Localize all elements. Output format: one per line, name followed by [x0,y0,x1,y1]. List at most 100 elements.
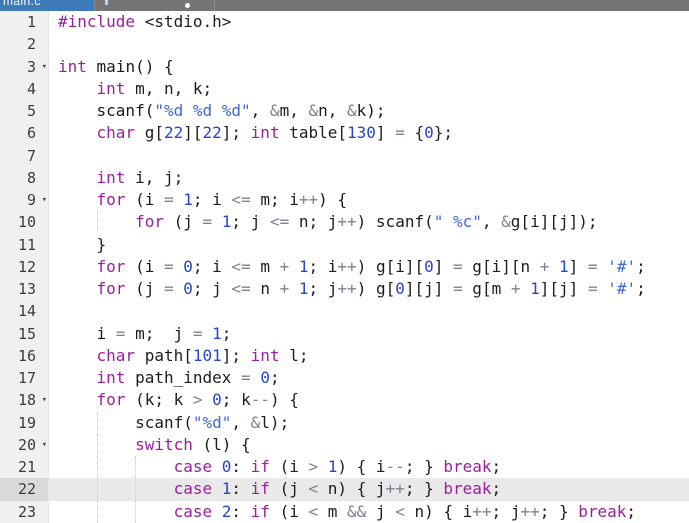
token-pl: ; j [309,279,338,298]
token-pl: (i [125,190,164,209]
code-line[interactable]: } [49,234,689,256]
code-line[interactable]: int m, n, k; [49,78,689,100]
tab-main-c[interactable]: main.c [0,0,94,11]
code-area[interactable]: #include <stdio.h> int main() { int m, n,… [49,11,689,523]
token-kw: int [97,79,126,98]
token-op: -- [251,390,270,409]
token-pl [549,257,559,276]
token-kw: char [97,346,136,365]
token-pl: ) { [270,390,299,409]
token-pl [58,368,97,387]
token-pl [58,190,97,209]
token-pl: , [482,212,501,231]
token-pl: m [251,257,280,276]
token-pl: ; [626,502,636,521]
token-op: + [540,257,550,276]
fold-arrow-icon[interactable]: ▾ [42,56,47,78]
code-line[interactable]: scanf("%d %d %d", &m, &n, &k); [49,100,689,122]
token-kw: char [97,123,136,142]
token-kw: #include [58,12,135,31]
token-pl [58,168,97,187]
token-pl: ] [569,257,588,276]
token-num: 1 [212,324,222,343]
line-number: 18▾ [0,389,48,411]
code-line[interactable]: int path_index = 0; [49,367,689,389]
code-line[interactable]: for (j = 0; j <= n + 1; j++) g[0][j] = g… [49,278,689,300]
code-line[interactable]: int main() { [49,56,689,78]
token-kw: case [174,479,213,498]
code-line[interactable]: case 1: if (j < n) { j++; } break; [49,478,689,500]
indent-guide [97,478,98,500]
code-line[interactable]: for (k; k > 0; k--) { [49,389,689,411]
token-num: 1 [222,479,232,498]
token-op: = [193,324,203,343]
token-op: <= [270,212,289,231]
token-op: && [347,502,366,521]
code-line[interactable]: i = m; j = 1; [49,323,689,345]
token-num: 0 [424,257,434,276]
token-num: 22 [164,123,183,142]
token-op: <= [231,279,250,298]
token-pl: g[ [135,123,164,142]
code-line[interactable]: char path[101]; int l; [49,345,689,367]
line-number: 4 [0,78,48,100]
token-op: = [453,279,463,298]
token-pl: (i [270,502,309,521]
code-line[interactable]: case 0: if (i > 1) { i--; } break; [49,456,689,478]
code-line[interactable]: for (i = 0; i <= m + 1; i++) g[i][0] = g… [49,256,689,278]
fold-arrow-icon[interactable]: ▾ [42,389,47,411]
code-line[interactable]: case 2: if (i < m && j < n) { i++; j++; … [49,501,689,523]
token-op: & [347,101,357,120]
fold-arrow-icon[interactable]: ▾ [42,434,47,456]
token-pl [203,324,213,343]
line-number: 20▾ [0,434,48,456]
code-line[interactable] [49,33,689,55]
token-pl [58,123,97,142]
token-kw: break [443,479,491,498]
line-number: 6 [0,122,48,144]
token-pl: ][j] [540,279,588,298]
token-op: <= [231,190,250,209]
token-str: "%d %d %d" [154,101,250,120]
token-pl: : [231,457,250,476]
code-line[interactable]: char g[22][22]; int table[130] = {0}; [49,122,689,144]
token-pl: ) g[ [357,279,396,298]
tab-secondary[interactable] [94,0,215,11]
line-number: 23 [0,501,48,523]
code-line[interactable] [49,145,689,167]
token-kw: int [97,368,126,387]
token-num: 0 [212,390,222,409]
code-line[interactable]: scanf("%d", &l); [49,412,689,434]
token-op: = [203,212,213,231]
line-number: 11 [0,234,48,256]
token-op: <= [231,257,250,276]
token-pl: table[ [280,123,347,142]
token-pl: (k; k [125,390,192,409]
line-number: 5 [0,100,48,122]
token-pl: ; i [193,257,232,276]
token-pl: } [58,235,106,254]
fold-arrow-icon[interactable]: ▾ [42,189,47,211]
token-op: = [241,368,251,387]
token-pl: ; } [405,479,444,498]
token-pl: ; j [492,502,521,521]
token-pl [318,457,328,476]
token-pl [58,79,97,98]
token-op: = [164,190,174,209]
token-op: = [164,279,174,298]
code-line[interactable] [49,300,689,322]
code-line[interactable]: for (j = 1; j <= n; j++) scanf(" %c", &g… [49,211,689,233]
token-pl: (j [164,212,203,231]
token-num: 0 [183,257,193,276]
token-op: = [588,279,598,298]
token-kw: if [251,457,270,476]
token-pl: ; } [405,457,444,476]
token-pl: ) { i [337,457,385,476]
code-line[interactable]: int i, j; [49,167,689,189]
token-pl: ]; [222,123,251,142]
token-kw: for [97,257,126,276]
code-line[interactable]: for (i = 1; i <= m; i++) { [49,189,689,211]
code-line[interactable]: switch (l) { [49,434,689,456]
token-pl: scanf( [58,101,154,120]
code-line[interactable]: #include <stdio.h> [49,11,689,33]
